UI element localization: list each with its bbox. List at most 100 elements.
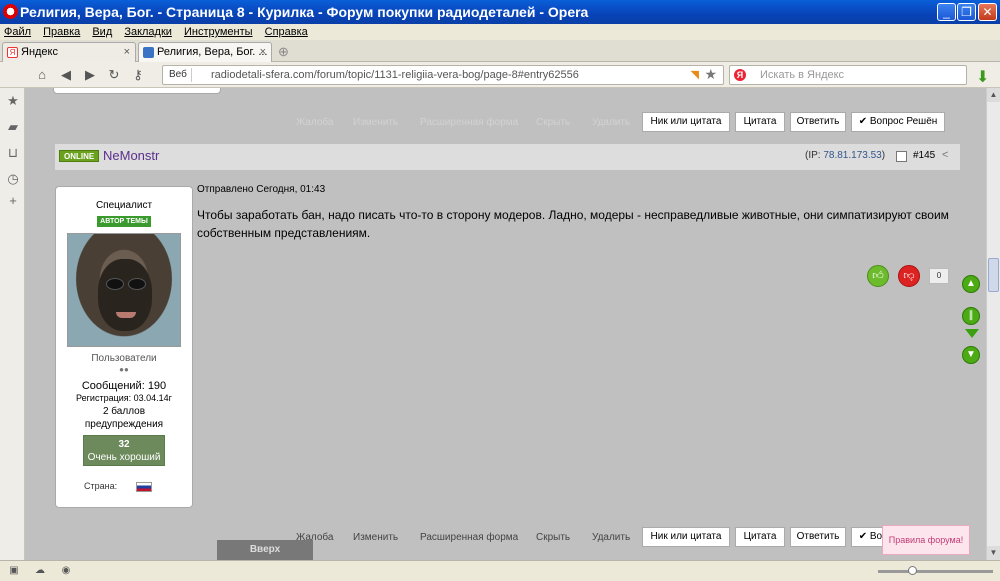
cloud-icon[interactable]: ☁ [34,565,46,577]
question-solved-button[interactable]: ✔ Вопрос Решён [851,112,945,132]
hide-link[interactable]: Скрыть [536,532,570,543]
downloads-panel-icon[interactable]: ⊔ [6,146,20,160]
reload-icon[interactable]: ↻ [106,67,122,83]
opera-logo-icon[interactable] [3,4,18,19]
post-select-checkbox[interactable] [896,151,907,162]
notes-icon[interactable]: ▰ [6,120,20,134]
zoom-slider-handle[interactable] [908,566,917,575]
avatar-face [98,259,152,331]
triangle-down-icon[interactable] [965,329,979,338]
tab-yandex[interactable]: Я Яндекс × [2,42,136,62]
post-date: Отправлено Сегодня, 01:43 [197,184,326,195]
home-icon[interactable]: ⌂ [34,67,50,83]
forward-icon[interactable]: ▶ [82,67,98,83]
quote-button[interactable]: Цитата [735,527,785,547]
reputation-box: 32 Очень хороший [83,435,165,466]
yandex-search-icon[interactable]: Я [734,69,746,81]
reply-button[interactable]: Ответить [790,112,846,132]
hide-link[interactable]: Скрыть [536,117,570,128]
scroll-up-arrow-icon[interactable]: ▲ [962,275,980,293]
post-author-name[interactable]: NeMonstr [103,148,159,163]
edit-link[interactable]: Изменить [353,117,398,128]
url-text[interactable]: radiodetali-sfera.com/forum/topic/1131-r… [211,68,579,82]
panel-toggle-icon[interactable]: ▣ [8,565,20,577]
nick-or-quote-button[interactable]: Ник или цитата [642,112,730,132]
menu-bookmarks[interactable]: Закладки [124,26,172,38]
tab-close-icon[interactable]: × [260,43,266,61]
forum-favicon-icon [143,47,154,58]
post-actions-bottom: Жалоба Изменить Расширенная форма Скрыть… [25,518,985,558]
bookmark-star-icon[interactable]: ★ [704,66,717,83]
ip-suffix: ) [881,150,886,161]
user-warnings[interactable]: 2 баллов [56,406,192,417]
rss-icon[interactable]: ◥ [691,68,699,81]
tab-label: Религия, Вера, Бог. ... [157,46,268,58]
page-content: Жалоба Изменить Расширенная форма Скрыть… [25,88,986,560]
tab-close-icon[interactable]: × [124,43,130,61]
extended-form-link[interactable]: Расширенная форма [420,117,518,128]
yandex-favicon-icon: Я [7,47,18,58]
delete-link[interactable]: Удалить [592,532,630,543]
menu-file[interactable]: Файл [4,26,31,38]
new-tab-icon[interactable]: ⊕ [278,44,289,60]
address-field[interactable]: Веб radiodetali-sfera.com/forum/topic/11… [162,65,724,85]
nick-or-quote-button[interactable]: Ник или цитата [642,527,730,547]
history-clock-icon[interactable]: ◷ [6,172,20,186]
search-placeholder: Искать в Яндекс [760,69,845,81]
extended-form-link[interactable]: Расширенная форма [420,532,518,543]
window-titlebar: Религия, Вера, Бог. - Страница 8 - Курил… [0,0,1000,24]
topic-author-badge: АВТОР ТЕМЫ [97,216,151,227]
page-scrollbar[interactable]: ▲ ▼ [986,88,1000,560]
search-field[interactable]: Я Искать в Яндекс [729,65,967,85]
scroll-thumb[interactable] [988,258,999,292]
key-icon[interactable]: ⚷ [130,67,146,83]
speed-dial-icon[interactable]: ◉ [60,565,72,577]
window-title: Религия, Вера, Бог. - Страница 8 - Курил… [20,4,589,20]
tab-forum[interactable]: Религия, Вера, Бог. ... × [138,42,272,62]
menu-view[interactable]: Вид [92,26,112,38]
back-icon[interactable]: ◀ [58,67,74,83]
user-post-count: Сообщений: 190 [81,380,167,392]
scroll-down-icon[interactable]: ▼ [987,546,1000,560]
thumbs-down-icon[interactable]: 👎︎ [898,265,920,287]
ip-link[interactable]: 78.81.173.53 [823,150,881,161]
pause-icon[interactable]: ∥ [962,307,980,325]
quote-button[interactable]: Цитата [735,112,785,132]
menu-bar: Файл Правка Вид Закладки Инструменты Спр… [0,24,1000,40]
user-warnings-label[interactable]: предупреждения [56,419,192,430]
minimize-button[interactable]: _ [937,3,956,21]
avatar-glasses [128,278,146,290]
avatar-glasses [106,278,124,290]
tab-bar: Я Яндекс × Религия, Вера, Бог. ... × [0,40,1000,62]
back-to-top-button[interactable]: Вверх [217,540,313,560]
scroll-down-arrow-icon[interactable]: ▼ [962,346,980,364]
forum-rules-button[interactable]: Правила форума! [882,525,970,555]
reputation-value: 32 [118,439,130,450]
maximize-button[interactable]: ❐ [957,3,976,21]
download-icon[interactable]: ⬇ [976,67,989,87]
close-button[interactable]: ✕ [978,3,997,21]
menu-tools[interactable]: Инструменты [184,26,253,38]
edit-link[interactable]: Изменить [353,532,398,543]
post-reputation-count: 0 [929,268,949,284]
post-actions-top: Жалоба Изменить Расширенная форма Скрыть… [25,88,985,132]
menu-help[interactable]: Справка [265,26,308,38]
user-group: Пользователи [91,353,157,364]
reply-button[interactable]: Ответить [790,527,846,547]
share-icon[interactable]: < [942,149,948,161]
avatar[interactable] [67,233,181,347]
ip-prefix: (IP: [805,150,824,161]
scroll-up-icon[interactable]: ▲ [987,88,1000,102]
menu-edit[interactable]: Правка [43,26,80,38]
add-panel-icon[interactable]: + [6,194,20,208]
online-badge: ONLINE [59,150,100,162]
report-link[interactable]: Жалоба [296,117,333,128]
bookmarks-star-icon[interactable]: ★ [6,94,20,108]
delete-link[interactable]: Удалить [592,117,630,128]
zoom-slider[interactable] [878,570,993,573]
reputation-label: Очень хороший [87,452,161,463]
navigation-bar: ⌂ ◀ ▶ ↻ ⚷ Веб radiodetali-sfera.com/foru… [0,62,1000,88]
post-number[interactable]: #145 [913,150,935,161]
web-badge[interactable]: Веб [165,68,192,82]
thumbs-up-icon[interactable]: 👍︎ [867,265,889,287]
